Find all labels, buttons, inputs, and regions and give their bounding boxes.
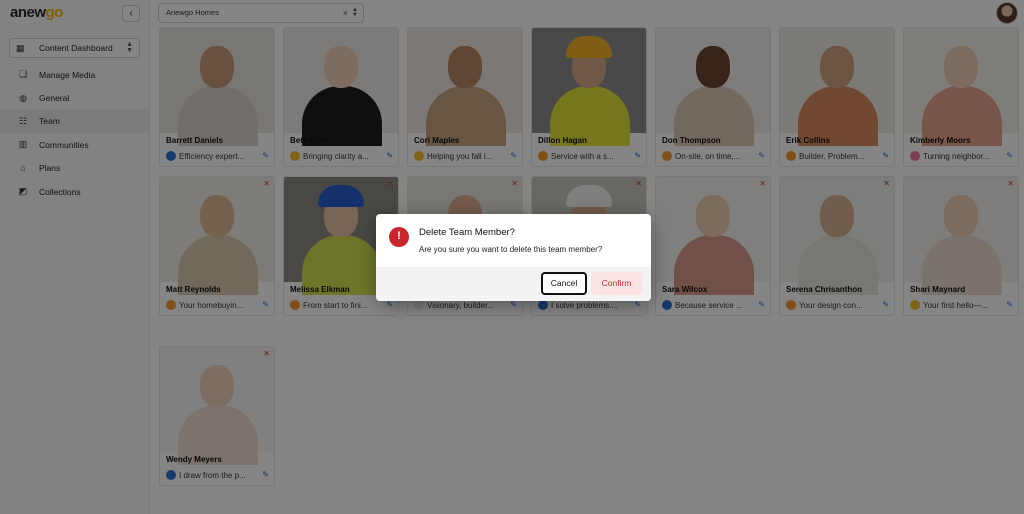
- confirm-button[interactable]: Confirm: [591, 272, 642, 295]
- cancel-button[interactable]: Cancel: [541, 272, 587, 295]
- warning-icon: !: [389, 227, 409, 247]
- dialog-title: Delete Team Member?: [419, 227, 515, 238]
- dialog-message: Are you sure you want to delete this tea…: [419, 245, 603, 254]
- delete-confirm-dialog: ! Delete Team Member? Are you sure you w…: [376, 214, 651, 301]
- dialog-footer: Cancel Confirm: [376, 267, 651, 301]
